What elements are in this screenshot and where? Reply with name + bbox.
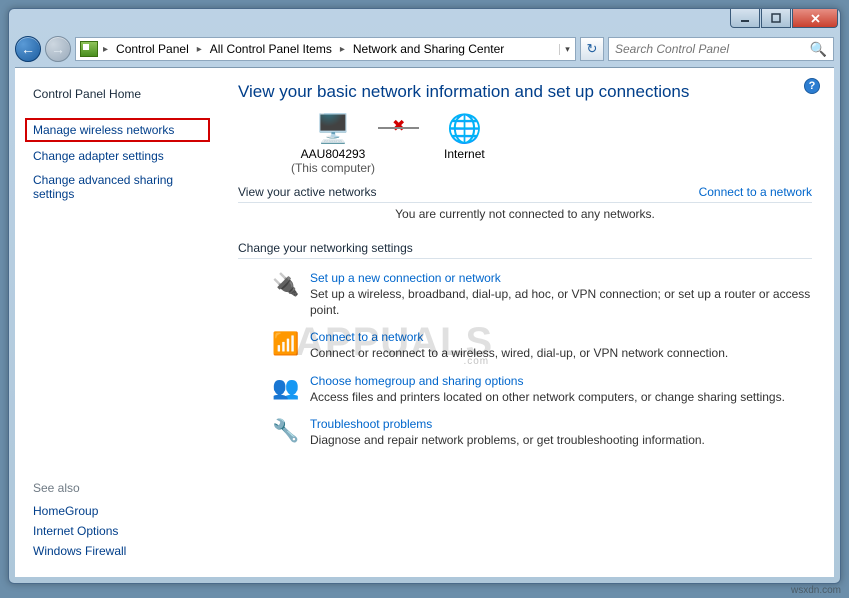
homegroup-icon: 👥 [272, 374, 300, 402]
minimize-button[interactable] [730, 9, 760, 28]
breadcrumb-all-items[interactable]: All Control Panel Items [207, 42, 335, 56]
computer-name: AAU804293 [301, 147, 366, 161]
active-networks-label: View your active networks [238, 185, 377, 199]
map-node-internet[interactable]: 🌐 Internet [399, 112, 529, 175]
network-map: 🖥️ AAU804293 (This computer) ✖ 🌐 Interne… [268, 112, 812, 175]
address-bar[interactable]: ▸ Control Panel ▸ All Control Panel Item… [75, 37, 576, 61]
breadcrumb-control-panel[interactable]: Control Panel [113, 42, 192, 56]
chevron-right-icon: ▸ [194, 44, 205, 55]
change-adapter-settings-link[interactable]: Change adapter settings [15, 144, 220, 168]
control-panel-icon [80, 41, 98, 57]
connect-to-network-link[interactable]: Connect to a network [699, 185, 812, 199]
see-also-homegroup[interactable]: HomeGroup [33, 501, 202, 521]
option-desc: Set up a wireless, broadband, dial-up, a… [310, 287, 812, 318]
troubleshoot-icon: 🔧 [272, 417, 300, 445]
arrow-right-icon: → [51, 41, 65, 57]
change-advanced-sharing-link[interactable]: Change advanced sharing settings [15, 168, 220, 206]
control-panel-home-link[interactable]: Control Panel Home [15, 82, 220, 106]
see-also-heading: See also [33, 481, 202, 495]
search-icon: 🔍 [810, 41, 827, 58]
connection-line [379, 127, 419, 129]
setup-connection-icon: 🔌 [272, 271, 300, 299]
option-connect-network[interactable]: 📶 Connect to a network Connect or reconn… [272, 330, 812, 362]
computer-sub: (This computer) [291, 161, 375, 175]
option-title: Choose homegroup and sharing options [310, 374, 812, 388]
main-panel: ? View your basic network information an… [220, 68, 834, 577]
search-box[interactable]: 🔍 [608, 37, 834, 61]
not-connected-message: You are currently not connected to any n… [238, 203, 812, 229]
image-source-mark: wsxdn.com [791, 585, 841, 596]
chevron-right-icon: ▸ [100, 44, 111, 55]
minimize-icon [740, 13, 750, 23]
option-desc: Diagnose and repair network problems, or… [310, 433, 812, 449]
map-node-computer[interactable]: 🖥️ AAU804293 (This computer) [268, 112, 398, 175]
refresh-button[interactable]: ↻ [580, 37, 604, 61]
help-icon[interactable]: ? [804, 78, 820, 94]
option-title: Set up a new connection or network [310, 271, 812, 285]
forward-button[interactable]: → [45, 36, 71, 62]
window-frame: ← → ▸ Control Panel ▸ All Control Panel … [8, 8, 841, 584]
maximize-button[interactable] [761, 9, 791, 28]
manage-wireless-networks-link[interactable]: Manage wireless networks [25, 118, 210, 142]
internet-label: Internet [444, 147, 485, 161]
content-area: Control Panel Home Manage wireless netwo… [15, 67, 834, 577]
breadcrumb-network-sharing[interactable]: Network and Sharing Center [350, 42, 507, 56]
search-input[interactable] [615, 42, 810, 56]
back-button[interactable]: ← [15, 36, 41, 62]
active-networks-header: View your active networks Connect to a n… [238, 185, 812, 203]
address-dropdown[interactable]: ▾ [559, 44, 575, 55]
page-title: View your basic network information and … [238, 82, 812, 102]
close-icon [810, 13, 821, 24]
globe-icon: 🌐 [447, 112, 482, 145]
option-title: Connect to a network [310, 330, 812, 344]
connect-network-icon: 📶 [272, 330, 300, 358]
option-title: Troubleshoot problems [310, 417, 812, 431]
see-also-section: See also HomeGroup Internet Options Wind… [15, 481, 220, 567]
disconnected-icon: ✖ [392, 116, 405, 136]
refresh-icon: ↻ [587, 41, 598, 57]
option-desc: Access files and printers located on oth… [310, 390, 812, 406]
maximize-icon [771, 13, 781, 23]
networking-settings-heading: Change your networking settings [238, 241, 812, 259]
titlebar [9, 9, 840, 35]
see-also-internet-options[interactable]: Internet Options [33, 521, 202, 541]
see-also-windows-firewall[interactable]: Windows Firewall [33, 541, 202, 561]
option-troubleshoot[interactable]: 🔧 Troubleshoot problems Diagnose and rep… [272, 417, 812, 449]
close-button[interactable] [792, 9, 838, 28]
chevron-right-icon: ▸ [337, 44, 348, 55]
option-homegroup[interactable]: 👥 Choose homegroup and sharing options A… [272, 374, 812, 406]
arrow-left-icon: ← [21, 41, 35, 57]
navigation-bar: ← → ▸ Control Panel ▸ All Control Panel … [9, 35, 840, 67]
sidebar: Control Panel Home Manage wireless netwo… [15, 68, 220, 577]
option-desc: Connect or reconnect to a wireless, wire… [310, 346, 812, 362]
computer-icon: 🖥️ [316, 112, 351, 145]
option-setup-connection[interactable]: 🔌 Set up a new connection or network Set… [272, 271, 812, 318]
